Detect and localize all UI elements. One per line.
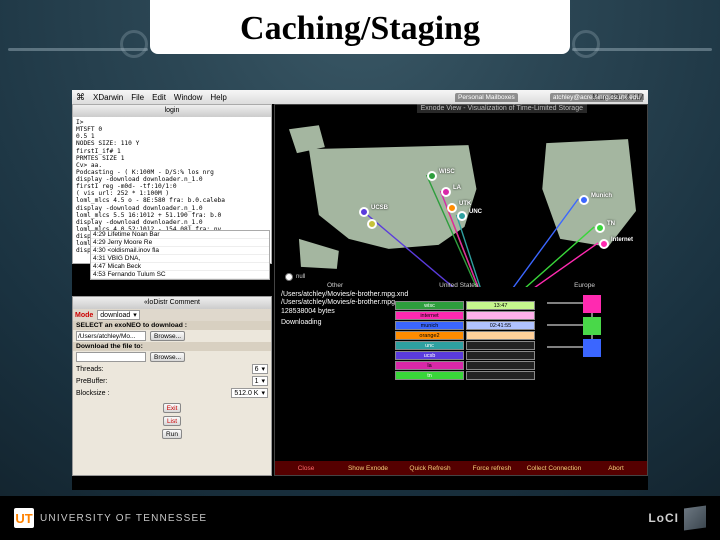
chip — [466, 361, 535, 370]
list-button[interactable]: List — [163, 416, 181, 426]
chip: ucsb — [395, 351, 464, 360]
browser-tab[interactable]: atchley@acre.sinrg.cs.utk.edu — [550, 93, 643, 102]
map-label-la: LA — [453, 185, 461, 191]
visualization-title: Exnode View - Visualization of Time-Limi… — [417, 104, 587, 113]
chip: 02:41:55 — [466, 321, 535, 330]
chip-grid: wisc13:47internetmunich02:41:55orange2un… — [395, 301, 535, 381]
map-label-internet: Internet — [611, 237, 633, 243]
chip: 13:47 — [466, 301, 535, 310]
screenshot-content: ⌘ XDarwin File Edit Window Help Mon 09:4… — [72, 90, 648, 490]
browse-button-2[interactable]: Browse... — [150, 352, 185, 362]
prebuffer-label: PreBuffer: — [76, 378, 248, 385]
chip — [466, 371, 535, 380]
menu-file[interactable]: File — [131, 93, 144, 102]
prebuffer-select[interactable]: 1▾ — [252, 376, 268, 386]
chip: wisc — [395, 301, 464, 310]
map-node-internet[interactable] — [599, 239, 609, 249]
legend-null: null — [285, 273, 305, 281]
visualization-window[interactable]: atchley@acre.sinrg.cs.utk.edu Personal M… — [274, 104, 648, 476]
quick-refresh-button[interactable]: Quick Refresh — [399, 465, 461, 472]
playlist-row[interactable]: 4:29 Jerry Moore Re — [91, 239, 269, 247]
menu-help[interactable]: Help — [210, 93, 226, 102]
loci-logo: LoCI — [648, 507, 706, 529]
menu-edit[interactable]: Edit — [152, 93, 166, 102]
map-label-ucsb: UCSB — [371, 205, 388, 211]
region-other: Other — [327, 282, 343, 289]
map-node-unc[interactable] — [457, 211, 467, 221]
chevron-down-icon: ▾ — [133, 311, 137, 319]
map-node-sdsc[interactable] — [367, 219, 377, 229]
browse-button-1[interactable]: Browse... — [150, 331, 185, 341]
select-exnode-label: SELECT an exoNEO to download : — [73, 321, 271, 330]
playlist-row[interactable]: 4:31 VBIG DNA, — [91, 255, 269, 263]
download-to-label: Download the file to: — [73, 342, 271, 351]
terminal-title: login — [73, 105, 271, 117]
chip: tn — [395, 371, 464, 380]
chip: munich — [395, 321, 464, 330]
close-button[interactable]: Close — [275, 465, 337, 472]
playlist-row[interactable]: 4:53 Fernando Tulum SC — [91, 271, 269, 279]
region-eu: Europe — [574, 282, 595, 289]
map-node-munich[interactable] — [579, 195, 589, 205]
menubar-app[interactable]: XDarwin — [93, 93, 123, 102]
map-label-utk: UTK — [459, 201, 471, 207]
ut-logo: UT UNIVERSITY OF TENNESSEE — [14, 508, 207, 528]
map-panel: WISC UNC UTK LA UCSB Munich TN Internet null Ot… — [279, 119, 643, 287]
mode-label: Mode — [75, 312, 93, 319]
run-button[interactable]: Run — [162, 429, 182, 439]
map-label-tn: TN — [607, 221, 615, 227]
abort-button[interactable]: Abort — [585, 465, 647, 472]
chip: orange2 — [395, 331, 464, 340]
menu-window[interactable]: Window — [174, 93, 202, 102]
lodn-panel[interactable]: «loDistr Comment Mode download▾ SELECT a… — [72, 296, 272, 476]
exit-button[interactable]: Exit — [163, 403, 182, 413]
force-refresh-button[interactable]: Force refresh — [461, 465, 523, 472]
apple-icon[interactable]: ⌘ — [76, 92, 85, 103]
chip — [466, 331, 535, 340]
playlist-row[interactable]: 4:47 Micah Beck — [91, 263, 269, 271]
vis-toolbar: Close Show Exnode Quick Refresh Force re… — [275, 461, 647, 475]
mode-select[interactable]: download▾ — [97, 310, 139, 320]
map-node-wisc[interactable] — [427, 171, 437, 181]
map-label-munich: Munich — [591, 193, 612, 199]
chip — [466, 341, 535, 350]
slide-title: Caching/Staging — [150, 0, 570, 54]
map-node-utk[interactable] — [447, 203, 457, 213]
threads-select[interactable]: 6▾ — [252, 364, 268, 374]
chip: unc — [395, 341, 464, 350]
threads-label: Threads: — [76, 366, 248, 373]
exnode-input[interactable] — [76, 331, 146, 341]
playlist-window[interactable]: 4:29 Lifetime Noan Bar4:29 Jerry Moore R… — [90, 230, 270, 280]
map-node-tn[interactable] — [595, 223, 605, 233]
mail-tab[interactable]: Personal Mailboxes — [455, 93, 518, 102]
show-exnode-button[interactable]: Show Exnode — [337, 465, 399, 472]
chip — [466, 351, 535, 360]
collect-connection-button[interactable]: Collect Connection — [523, 465, 585, 472]
chip: la — [395, 361, 464, 370]
playlist-row[interactable]: 4:29 Lifetime Noan Bar — [91, 231, 269, 239]
blocksize-label: Blocksize : — [76, 390, 227, 397]
map-label-unc: UNC — [469, 209, 482, 215]
chip: internet — [395, 311, 464, 320]
map-node-ucsb[interactable] — [359, 207, 369, 217]
lodn-title: «loDistr Comment — [73, 297, 271, 309]
region-us: United States — [439, 282, 478, 289]
blocksize-select[interactable]: 512.0 K▾ — [231, 388, 268, 398]
ut-icon: UT — [14, 508, 34, 528]
playlist-row[interactable]: 4:30 <oldismail.inov fla — [91, 247, 269, 255]
download-to-input[interactable] — [76, 352, 146, 362]
flow-diagram — [537, 295, 647, 385]
map-node-la[interactable] — [441, 187, 451, 197]
chip — [466, 311, 535, 320]
slide-footer: UT UNIVERSITY OF TENNESSEE LoCI — [0, 496, 720, 540]
map-label-wisc: WISC — [439, 169, 455, 175]
cube-icon — [684, 507, 706, 529]
